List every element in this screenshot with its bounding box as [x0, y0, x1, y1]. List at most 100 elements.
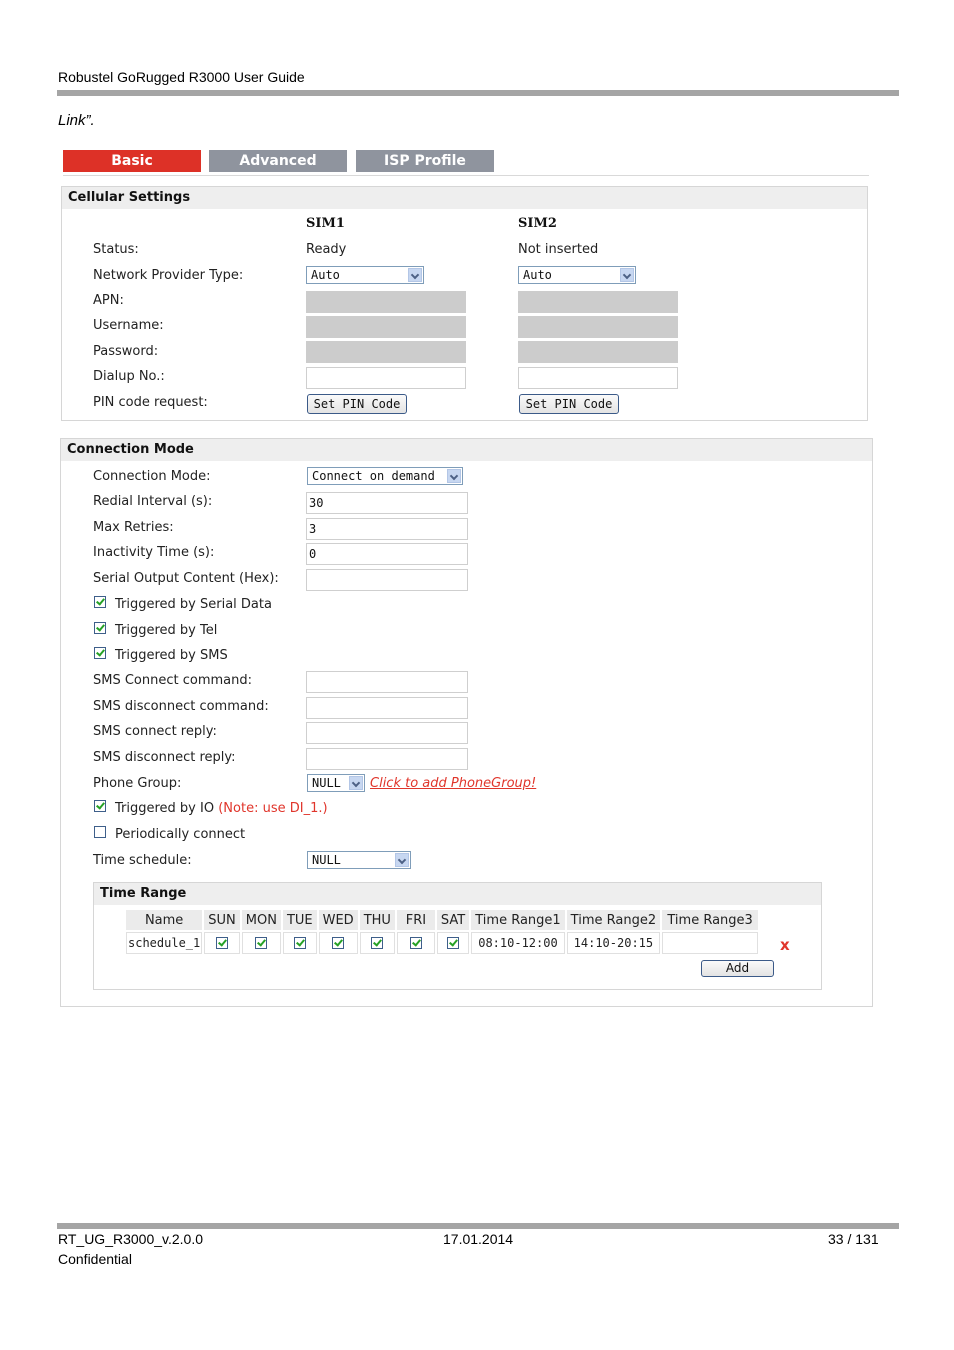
sim1-set-pin-button[interactable]: Set PIN Code	[307, 394, 407, 414]
col-tue: TUE	[282, 910, 317, 930]
triggered-serial-data-label: Triggered by Serial Data	[115, 597, 272, 612]
time-range2-input[interactable]: 14:10-20:15	[566, 932, 661, 954]
connection-mode-title: Connection Mode	[61, 439, 872, 461]
triggered-sms-checkbox[interactable]	[94, 647, 106, 659]
sim1-provider-value: Auto	[311, 268, 340, 282]
password-label: Password:	[93, 344, 159, 359]
col-sun: SUN	[204, 910, 240, 930]
triggered-serial-data-checkbox[interactable]	[94, 596, 106, 608]
mon-checkbox[interactable]	[255, 937, 268, 949]
sms-connect-reply-label: SMS connect reply:	[93, 724, 217, 739]
phone-group-label: Phone Group:	[93, 776, 182, 791]
connection-mode-select[interactable]: Connect on demand	[307, 467, 463, 485]
document-header-title: Robustel GoRugged R3000 User Guide	[58, 69, 305, 85]
col-name: Name	[126, 910, 203, 930]
sms-connect-command-input[interactable]	[306, 671, 468, 693]
wed-cell	[318, 932, 358, 954]
tab-isp-profile[interactable]: ISP Profile	[356, 150, 494, 172]
pin-request-label: PIN code request:	[93, 395, 208, 410]
time-range1-input[interactable]: 08:10-12:00	[471, 932, 565, 954]
sim2-provider-value: Auto	[523, 268, 552, 282]
sim2-status: Not inserted	[518, 242, 599, 257]
connection-mode-label: Connection Mode:	[93, 469, 211, 484]
header-rule	[57, 90, 899, 96]
table-row: schedule_1 08:10-12:00 14:10-20:15	[126, 932, 759, 954]
username-label: Username:	[93, 318, 164, 333]
footer-rule	[57, 1223, 899, 1229]
triggered-io-label: Triggered by IO (Note: use DI_1.)	[115, 801, 328, 816]
footer-confidential: Confidential	[58, 1251, 132, 1267]
col-time-range2: Time Range2	[566, 910, 661, 930]
periodically-connect-checkbox[interactable]	[94, 826, 106, 838]
sim1-column-header: SIM1	[306, 216, 345, 231]
tue-cell	[282, 932, 317, 954]
triggered-io-text: Triggered by IO	[115, 801, 215, 816]
status-label: Status:	[93, 242, 139, 257]
sun-checkbox[interactable]	[216, 937, 228, 949]
add-phone-group-link[interactable]: Click to add PhoneGroup!	[370, 776, 536, 791]
apn-label: APN:	[93, 293, 124, 308]
tab-basic[interactable]: Basic	[63, 150, 201, 172]
redial-interval-label: Redial Interval (s):	[93, 494, 213, 509]
serial-output-input[interactable]	[306, 569, 468, 591]
sms-connect-command-label: SMS Connect command:	[93, 673, 253, 688]
col-time-range3: Time Range3	[662, 910, 759, 930]
max-retries-input[interactable]: 3	[306, 518, 468, 540]
triggered-sms-label: Triggered by SMS	[115, 648, 228, 663]
time-range-title: Time Range	[94, 883, 821, 905]
inactivity-time-input[interactable]: 0	[306, 543, 468, 565]
add-time-range-button[interactable]: Add	[701, 960, 774, 977]
sim2-dialup-input[interactable]	[518, 367, 678, 389]
sim1-password-input[interactable]	[306, 341, 466, 363]
connection-mode-value: Connect on demand	[312, 469, 435, 483]
redial-interval-input[interactable]: 30	[306, 492, 468, 514]
sim1-apn-input[interactable]	[306, 291, 466, 313]
inactivity-time-label: Inactivity Time (s):	[93, 545, 215, 560]
sim1-username-input[interactable]	[306, 316, 466, 338]
sms-disconnect-command-input[interactable]	[306, 697, 468, 719]
time-range-header-row: Name SUN MON TUE WED THU FRI SAT Time Ra…	[126, 910, 759, 930]
col-time-range1: Time Range1	[471, 910, 565, 930]
footer-doc-id: RT_UG_R3000_v.2.0.0	[58, 1231, 204, 1247]
sim2-column-header: SIM2	[518, 216, 557, 231]
delete-row-icon[interactable]: x	[780, 936, 790, 954]
time-range3-input[interactable]	[662, 932, 759, 954]
time-schedule-label: Time schedule:	[93, 853, 192, 868]
provider-type-label: Network Provider Type:	[93, 268, 244, 283]
thu-cell	[359, 932, 395, 954]
sms-connect-reply-input[interactable]	[306, 722, 468, 744]
sim1-provider-select[interactable]: Auto	[306, 266, 424, 284]
sim2-password-input[interactable]	[518, 341, 678, 363]
sms-disconnect-reply-label: SMS disconnect reply:	[93, 750, 236, 765]
fri-checkbox[interactable]	[409, 937, 422, 949]
col-thu: THU	[359, 910, 395, 930]
triggered-io-checkbox[interactable]	[94, 800, 106, 812]
fri-cell	[396, 932, 435, 954]
sat-checkbox[interactable]	[447, 937, 460, 949]
dialup-label: Dialup No.:	[93, 369, 165, 384]
time-schedule-select[interactable]: NULL	[307, 851, 411, 869]
max-retries-label: Max Retries:	[93, 520, 174, 535]
chevron-down-icon	[408, 268, 422, 282]
serial-output-label: Serial Output Content (Hex):	[93, 571, 279, 586]
thu-checkbox[interactable]	[371, 937, 384, 949]
tab-advanced[interactable]: Advanced	[209, 150, 347, 172]
tue-checkbox[interactable]	[293, 937, 306, 949]
footer-date: 17.01.2014	[443, 1231, 514, 1247]
sms-disconnect-reply-input[interactable]	[306, 748, 468, 770]
col-fri: FRI	[396, 910, 435, 930]
schedule-name-input[interactable]: schedule_1	[126, 932, 203, 954]
phone-group-select[interactable]: NULL	[307, 774, 365, 792]
sim2-username-input[interactable]	[518, 316, 678, 338]
wed-checkbox[interactable]	[332, 937, 345, 949]
intro-text: Link”.	[58, 112, 95, 129]
sim1-status: Ready	[306, 242, 347, 257]
sim1-dialup-input[interactable]	[306, 367, 466, 389]
sim2-apn-input[interactable]	[518, 291, 678, 313]
phone-group-value: NULL	[312, 776, 341, 790]
sim2-set-pin-button[interactable]: Set PIN Code	[519, 394, 619, 414]
chevron-down-icon	[349, 776, 363, 790]
col-wed: WED	[318, 910, 358, 930]
sim2-provider-select[interactable]: Auto	[518, 266, 636, 284]
triggered-tel-checkbox[interactable]	[94, 622, 106, 634]
